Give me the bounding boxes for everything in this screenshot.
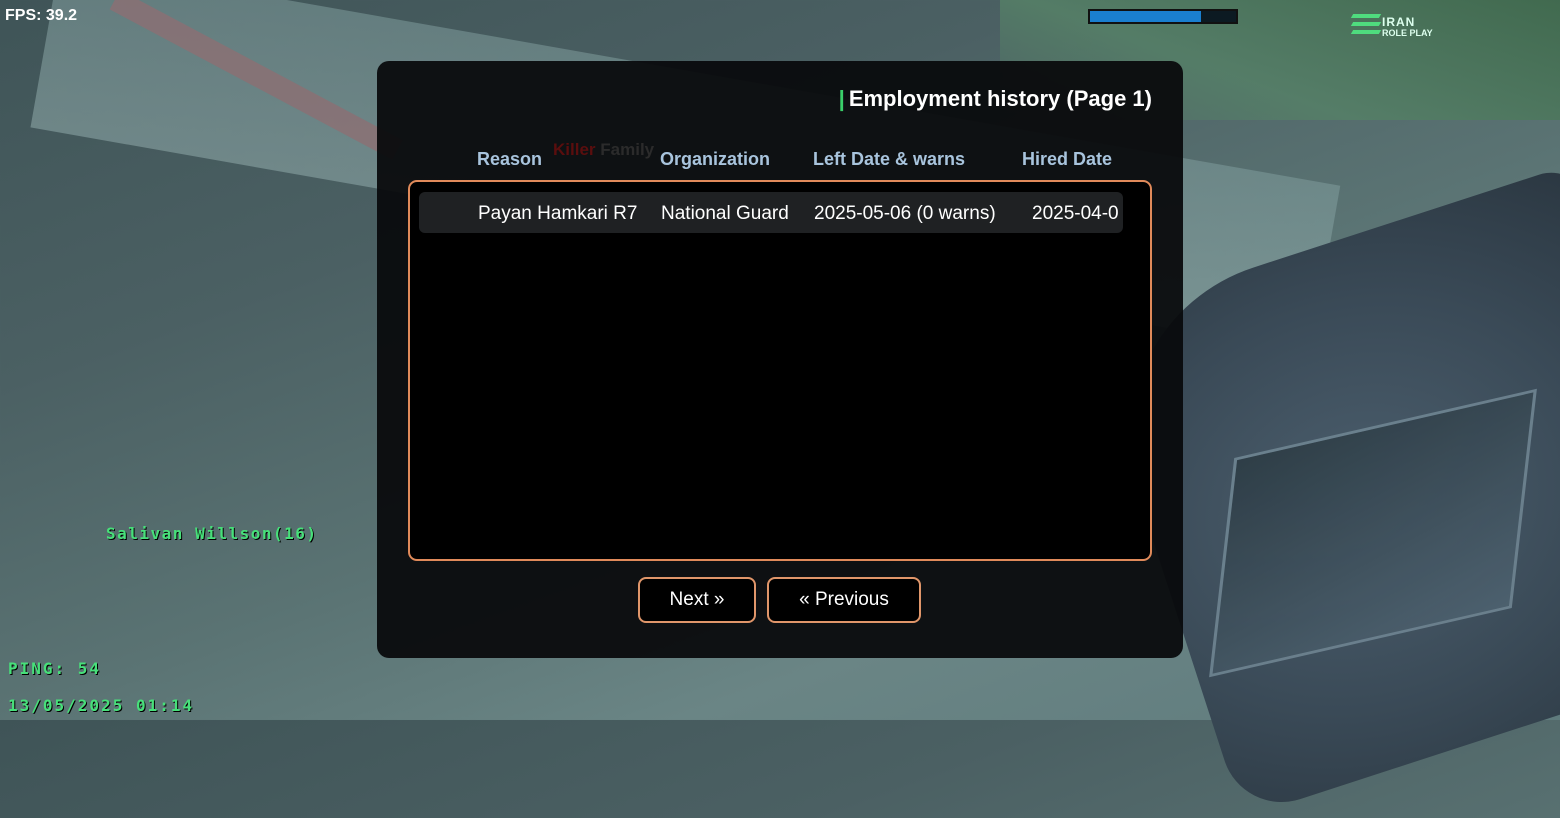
- health-bar: [1088, 9, 1238, 24]
- column-header-hired-date: Hired Date: [1022, 149, 1113, 169]
- dialog-title: | Employment history (Page 1): [839, 86, 1152, 112]
- ping-readout: PING: 54: [8, 659, 102, 678]
- tag-part1: Killer: [553, 140, 596, 159]
- cell-left-date: 2025-05-06 (0 warns): [814, 203, 996, 224]
- logo-stripes-icon: [1350, 14, 1382, 40]
- title-mark: |: [838, 86, 845, 111]
- cell-hired-date: 2025-04-0: [1032, 203, 1119, 224]
- background-player-tag: Killer Family: [553, 140, 654, 160]
- list-item[interactable]: Payan Hamkari R7 National Guard 2025-05-…: [419, 192, 1123, 233]
- cell-reason: Payan Hamkari R7: [478, 203, 638, 224]
- date-time: 13/05/2025 01:14: [8, 696, 195, 715]
- history-list[interactable]: Payan Hamkari R7 National Guard 2025-05-…: [408, 180, 1152, 561]
- fps-counter: FPS: 39.2: [5, 7, 78, 24]
- employment-history-dialog: | Employment history (Page 1) Killer Fami…: [377, 61, 1183, 658]
- health-bar-fill: [1090, 11, 1201, 22]
- next-button[interactable]: Next »: [638, 577, 756, 623]
- cell-organization: National Guard: [661, 203, 789, 224]
- logo-line2: ROLE PLAY: [1382, 28, 1433, 38]
- tag-part2: Family: [600, 140, 655, 159]
- column-header-organization: Organization: [660, 149, 771, 169]
- title-text: Employment history (Page 1): [848, 86, 1152, 111]
- player-nameplate: Salivan Willson(16): [106, 524, 318, 543]
- logo-line1: IRAN: [1382, 15, 1416, 29]
- server-logo: IRAN ROLE PLAY: [1350, 12, 1452, 42]
- column-header-left-date: Left Date & warns: [813, 149, 966, 169]
- column-header-reason: Reason: [477, 149, 543, 169]
- previous-button[interactable]: « Previous: [767, 577, 921, 623]
